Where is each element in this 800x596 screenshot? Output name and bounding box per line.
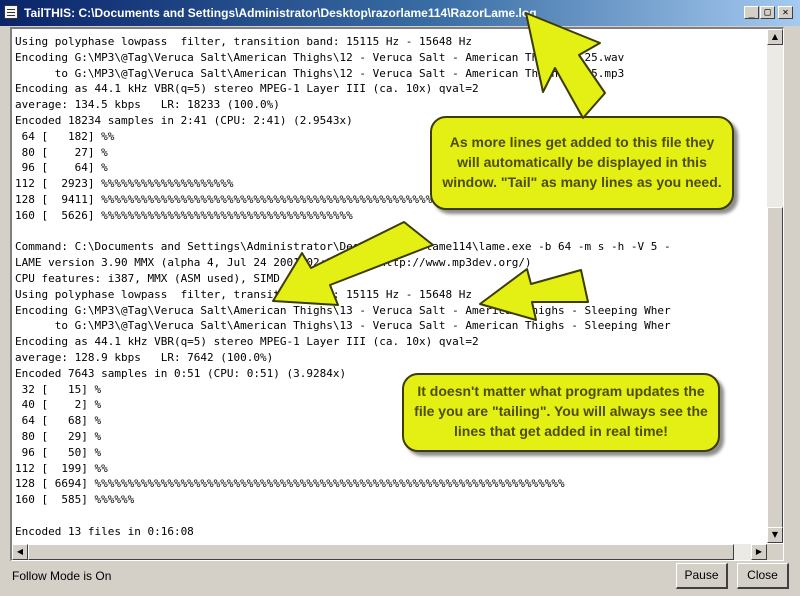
- log-line: Encoding G:\MP3\@Tag\Veruca Salt\America…: [15, 303, 671, 317]
- log-line: to G:\MP3\@Tag\Veruca Salt\American Thig…: [15, 66, 625, 80]
- log-text[interactable]: Using polyphase lowpass filter, transiti…: [15, 34, 767, 544]
- callout-real-time-info: It doesn't matter what program updates t…: [402, 373, 720, 452]
- scroll-right-button[interactable]: ▶: [751, 544, 767, 560]
- log-line: LAME version 3.90 MMX (alpha 4, Jul 24 2…: [15, 256, 532, 270]
- horizontal-scroll-thumb[interactable]: [28, 544, 734, 560]
- close-window-button[interactable]: ✕: [778, 6, 793, 19]
- follow-mode-status: Follow Mode is On: [12, 569, 112, 583]
- log-line: Encoding as 44.1 kHz VBR(q=5) stereo MPE…: [15, 82, 479, 96]
- log-line: 160 [ 585] %%%%%%: [15, 493, 135, 507]
- log-line: Encoding G:\MP3\@Tag\Veruca Salt\America…: [15, 50, 625, 64]
- pause-button[interactable]: Pause: [676, 563, 728, 589]
- log-line: Encoded 13 files in 0:16:08: [15, 524, 194, 538]
- vertical-scroll-thumb[interactable]: [767, 207, 783, 537]
- log-line: average: 134.5 kbps LR: 18233 (100.0%): [15, 98, 280, 112]
- title-bar[interactable]: TailTHIS: C:\Documents and Settings\Admi…: [0, 0, 800, 26]
- scroll-left-button[interactable]: ◀: [12, 544, 28, 560]
- scroll-down-button[interactable]: ▼: [767, 527, 783, 543]
- log-line: to G:\MP3\@Tag\Veruca Salt\American Thig…: [15, 319, 671, 333]
- horizontal-scrollbar[interactable]: ◀ ▶: [12, 544, 767, 560]
- log-line: average: 128.9 kbps LR: 7642 (100.0%): [15, 350, 274, 364]
- log-line: Using polyphase lowpass filter, transiti…: [15, 35, 472, 48]
- scroll-up-button[interactable]: ▲: [767, 29, 783, 45]
- log-line: CPU features: i387, MMX (ASM used), SIMD: [15, 271, 280, 285]
- scrollbar-corner: [767, 544, 783, 560]
- log-line: Command: C:\Documents and Settings\Admin…: [15, 240, 671, 254]
- log-file-icon[interactable]: [4, 5, 18, 19]
- vertical-scrollbar[interactable]: ▲ ▼: [767, 29, 783, 543]
- log-line: 160 [ 5626] %%%%%%%%%%%%%%%%%%%%%%%%%%%%…: [15, 208, 353, 222]
- log-line: 128 [ 6694] %%%%%%%%%%%%%%%%%%%%%%%%%%%%…: [15, 477, 565, 491]
- log-line: 112 [ 199] %%: [15, 461, 108, 475]
- log-line: Using polyphase lowpass filter, transiti…: [15, 287, 472, 301]
- callout-tail-info: As more lines get added to this file the…: [430, 116, 734, 210]
- tailthis-window: TailTHIS: C:\Documents and Settings\Admi…: [0, 0, 800, 596]
- close-button[interactable]: Close: [737, 563, 789, 589]
- minimize-button[interactable]: _: [744, 6, 759, 19]
- maximize-button[interactable]: □: [760, 6, 775, 19]
- window-title: TailTHIS: C:\Documents and Settings\Admi…: [24, 6, 537, 20]
- log-line: Encoding as 44.1 kHz VBR(q=5) stereo MPE…: [15, 335, 479, 349]
- log-viewer[interactable]: Using polyphase lowpass filter, transiti…: [10, 27, 784, 561]
